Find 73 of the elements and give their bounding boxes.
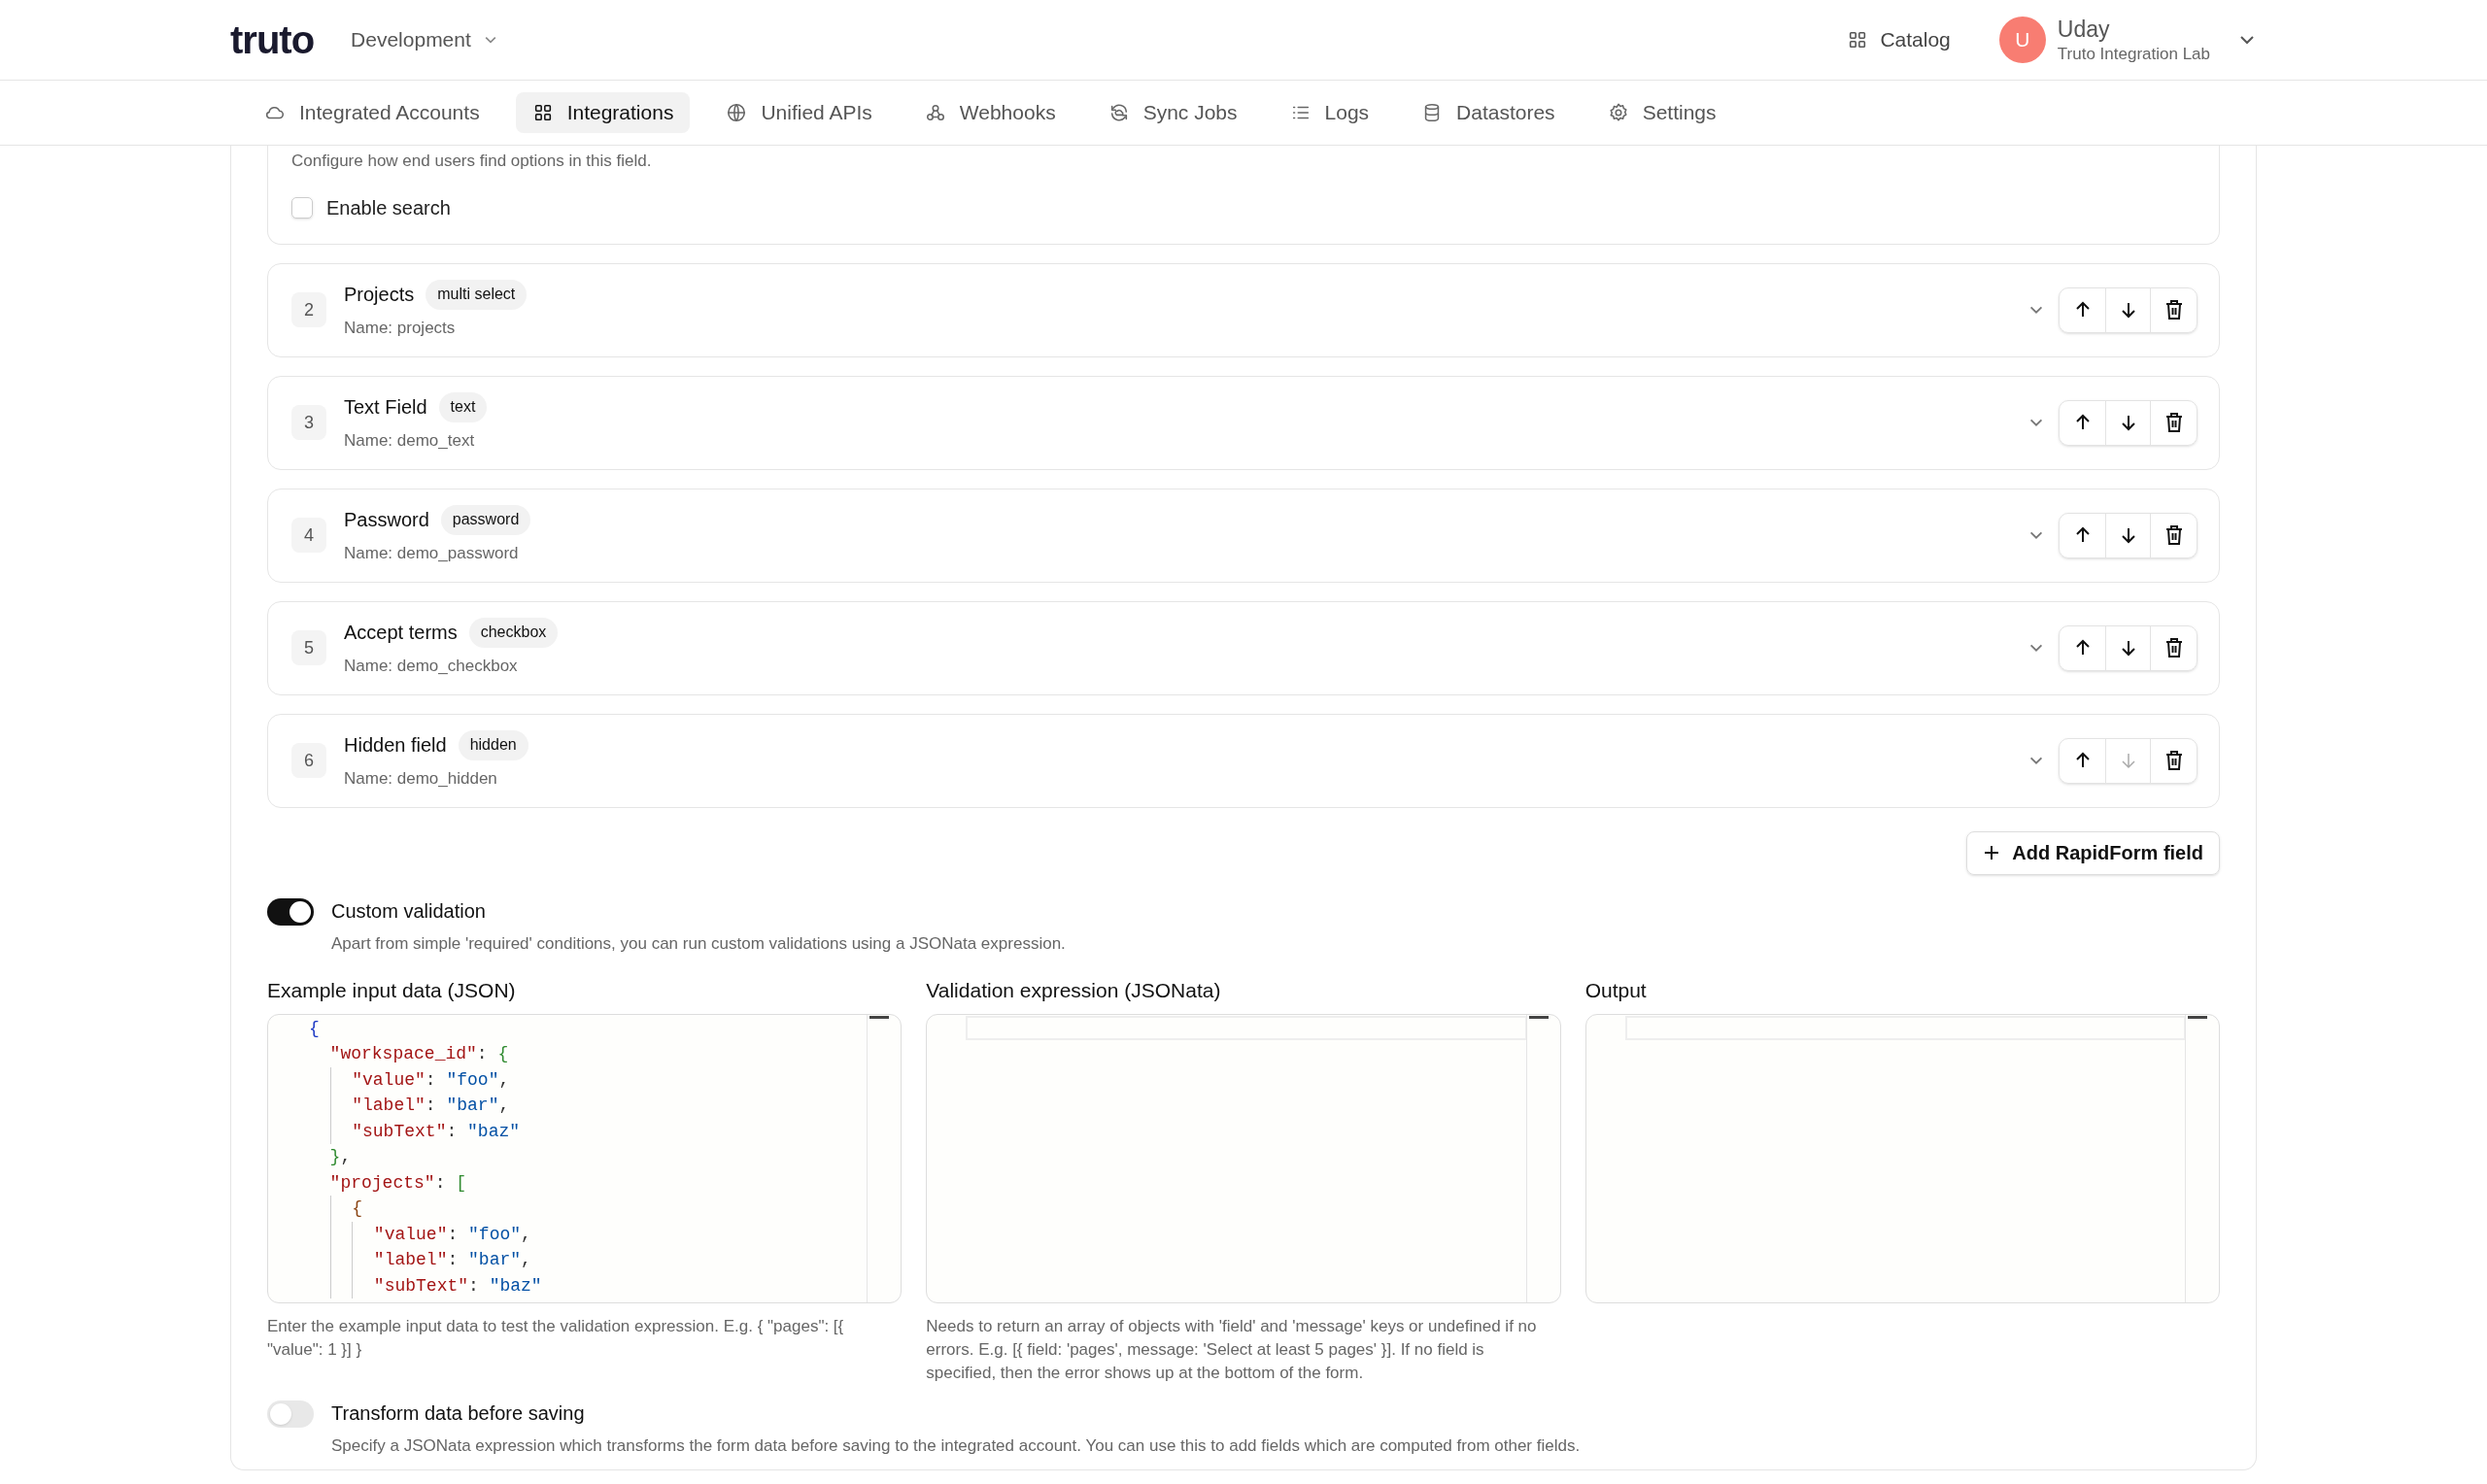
code-line: "label": "bar", [309, 1247, 531, 1273]
toggle-switch[interactable] [267, 897, 314, 926]
field-name: Name: demo_text [344, 429, 476, 452]
field-title: Hidden field [344, 733, 447, 759]
code-line: "value": "foo", [309, 1221, 531, 1247]
code-line: { [309, 1196, 363, 1222]
move-down-button[interactable] [2105, 400, 2151, 445]
code-line: "label": "bar", [309, 1093, 510, 1119]
nav-tab[interactable]: Sync Jobs [1091, 92, 1254, 133]
field-name: Name: projects [344, 317, 457, 339]
trash-icon [2163, 637, 2184, 658]
field-number: 2 [291, 292, 326, 327]
nav-tab[interactable]: Datastores [1405, 92, 1572, 133]
move-down-button[interactable] [2105, 625, 2151, 670]
field-title: Accept terms [344, 621, 458, 646]
checkbox-label: Enable search [326, 195, 451, 220]
field-type-badge: multi select [426, 279, 528, 310]
code-line: "workspace_id": { [328, 1043, 509, 1065]
plus-icon [1983, 844, 2001, 861]
setting-title: Custom validation [331, 898, 487, 924]
code-line: "subText": "baz" [309, 1118, 521, 1144]
nav-tab[interactable]: Settings [1590, 92, 1733, 133]
trash-icon [2163, 750, 2184, 771]
field-name: Name: demo_checkbox [344, 655, 519, 677]
add-field-button[interactable]: Add RapidForm field [1966, 830, 2220, 875]
setting-title: Transform data before saving [331, 1400, 586, 1426]
field-type-badge: hidden [458, 729, 528, 760]
field-title: Projects [344, 283, 415, 308]
field-type-badge: text [438, 391, 488, 422]
nav-tab[interactable]: Integrated Accounts [248, 92, 496, 133]
move-down-button[interactable] [2105, 513, 2151, 557]
code-line: }, [328, 1146, 352, 1168]
editor-label: Example input data (JSON) [267, 978, 517, 1003]
editor-label: Output [1584, 978, 1648, 1003]
nav-tab[interactable]: Unified APIs [709, 92, 889, 133]
environment-dropdown[interactable]: Development [351, 24, 498, 55]
help-text: Needs to return an array of objects with 'field' and 'message' keys or undefined if no errors. E.g. [{ field: 'pages', message: 'Select at least 5 pages' }]. If no field is specified, then the error shows up at the bottom of the form. [926, 1315, 1538, 1384]
trash-icon [2163, 412, 2184, 433]
trash-icon [2163, 299, 2184, 320]
field-name: Name: demo_password [344, 542, 520, 564]
code-editor[interactable]: { "workspace_id": { "value": "foo", "label": "bar", "subText": "baz" }, "projects": [ { "value": "foo", "label": "bar", "subText": "baz" [267, 1013, 903, 1303]
code-line: "value": "foo", [309, 1066, 510, 1093]
globe-icon [726, 102, 748, 123]
webhook-icon [924, 102, 946, 123]
field-number: 4 [291, 518, 326, 553]
settings-icon [1607, 102, 1629, 123]
trash-icon [2163, 524, 2184, 546]
code-line: "subText": "baz" [309, 1272, 542, 1298]
field-title: Text Field [344, 395, 427, 421]
field-type-badge: checkbox [468, 617, 559, 648]
nav-tab[interactable]: Webhooks [907, 92, 1073, 133]
setting-description: Apart from simple 'required' conditions, you can run custom validations using a JSONata expression. [331, 932, 1066, 955]
organization-name: Truto Integration Lab [2057, 43, 2210, 64]
field-type-badge: password [440, 504, 531, 535]
field-number: 3 [291, 405, 326, 440]
editor-label: Validation expression (JSONata) [926, 978, 1222, 1003]
code-line: "projects": [ [328, 1171, 467, 1195]
field-title: Password [344, 508, 429, 533]
toggle-switch[interactable] [267, 1400, 314, 1428]
nav-tab[interactable]: Integrations [515, 92, 691, 133]
field-description: Configure how end users find options in this field. [291, 151, 653, 172]
user-name: Uday [2057, 16, 2111, 44]
setting-description: Specify a JSONata expression which transforms the form data before saving to the integrated account. You can use this to add fields which are computed from other fields. [331, 1434, 1581, 1457]
field-number: 6 [291, 743, 326, 778]
enable-search-checkbox[interactable] [291, 196, 313, 219]
move-down-button[interactable] [2105, 287, 2151, 332]
catalog-button[interactable]: Catalog [1847, 24, 1951, 55]
field-number: 5 [291, 630, 326, 665]
nav-tab[interactable]: Logs [1273, 92, 1386, 133]
help-text: Enter the example input data to test the validation expression. E.g. { "pages": [{ "value": 1 }] } [267, 1315, 845, 1361]
field-name: Name: demo_hidden [344, 767, 498, 790]
code-line: { [309, 1017, 320, 1040]
logo[interactable]: truto [230, 11, 315, 69]
